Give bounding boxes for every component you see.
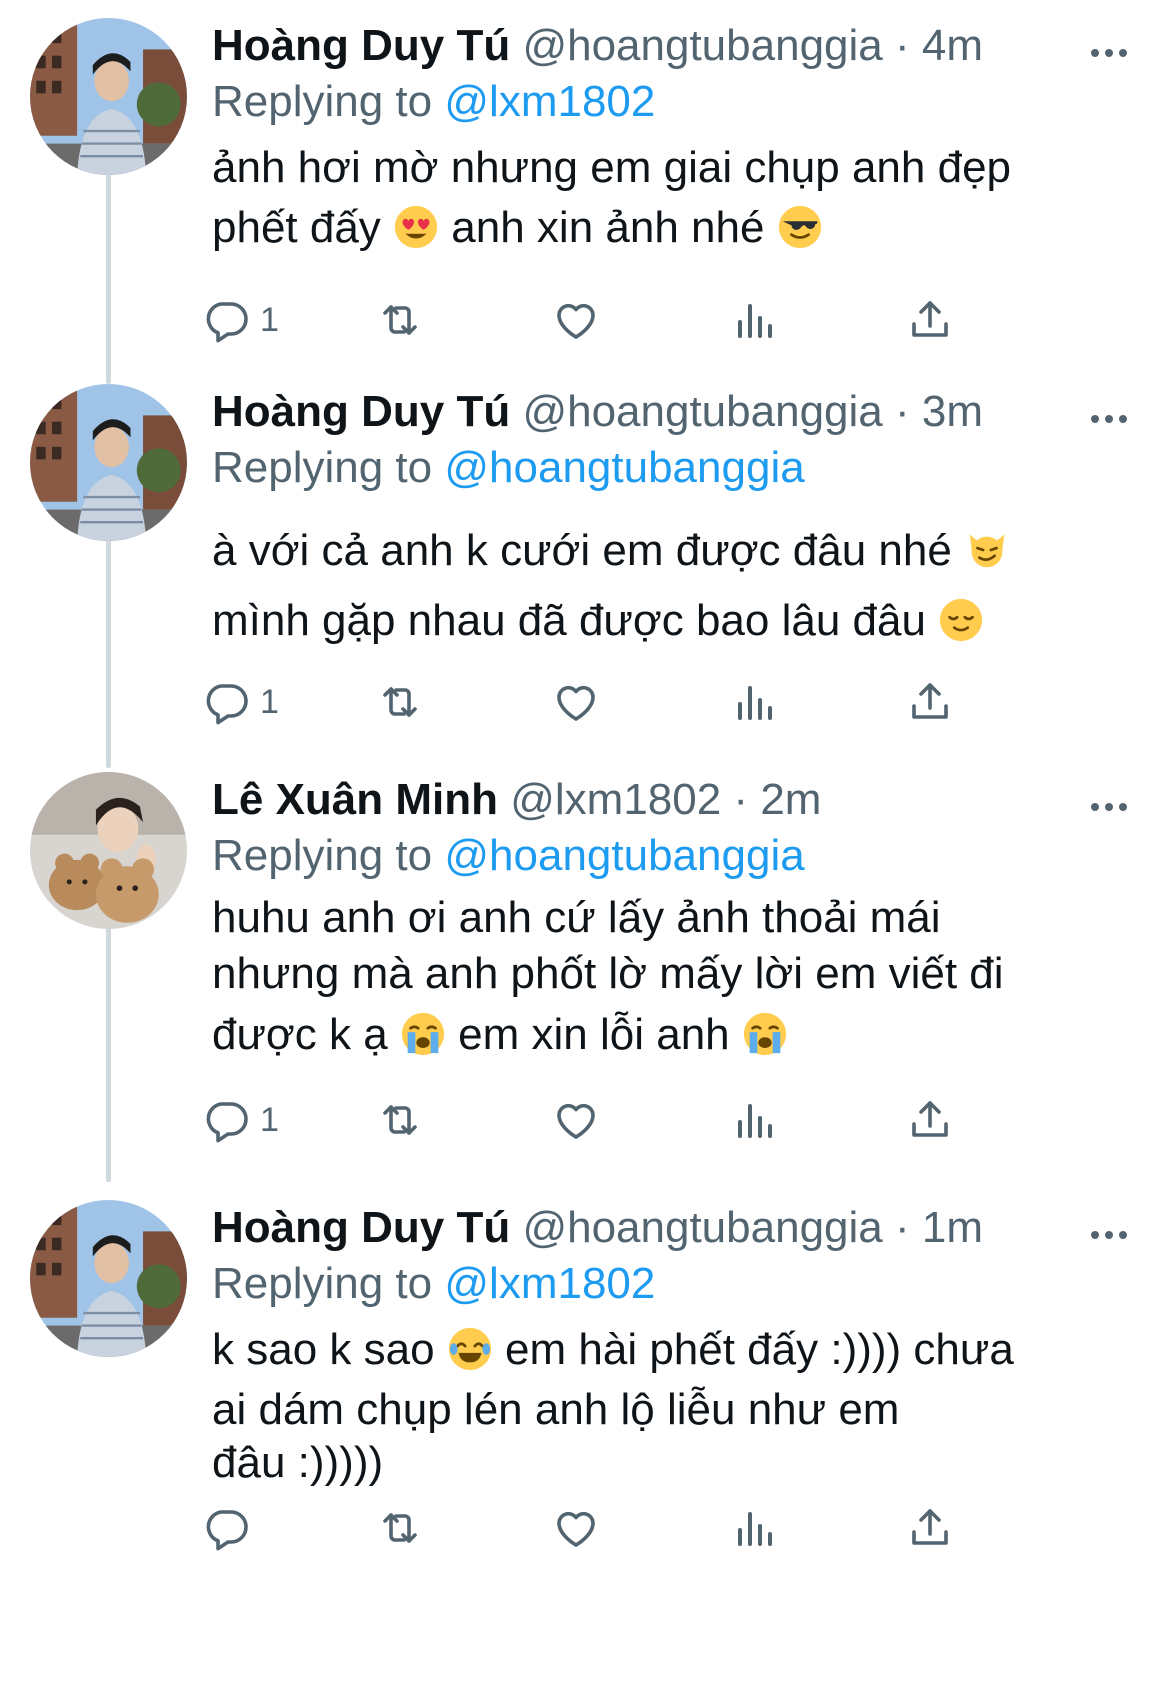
like-button[interactable]	[552, 292, 600, 348]
tweet[interactable]: Hoàng Duy Tú @hoangtubanggia · 3m Replyi…	[0, 384, 1170, 754]
mention-link[interactable]: @lxm1802	[444, 1259, 655, 1308]
avatar[interactable]	[30, 772, 187, 929]
share-button[interactable]	[906, 674, 954, 730]
views-button[interactable]	[730, 674, 778, 730]
replying-label: Replying to	[212, 77, 433, 126]
views-button[interactable]	[730, 1500, 778, 1556]
mention-link[interactable]: @lxm1802	[444, 77, 655, 126]
heart-icon	[552, 678, 600, 726]
tweet-text: em xin lỗi anh	[458, 1010, 730, 1059]
tweet[interactable]: Lê Xuân Minh @lxm1802 · 2m Replying to @…	[0, 772, 1170, 1162]
handle-time: @hoangtubanggia · 1m	[522, 1203, 983, 1252]
bar-chart-icon	[730, 296, 778, 344]
handle-time: @lxm1802 · 2m	[510, 775, 822, 824]
like-button[interactable]	[552, 1500, 600, 1556]
tweet-text: ảnh hơi mờ nhưng em giai chụp anh đẹp	[212, 143, 1012, 192]
share-icon	[906, 1096, 954, 1144]
tweet-text: nhưng mà anh phốt lờ mấy lời em viết đi	[212, 949, 1004, 998]
bar-chart-icon	[730, 678, 778, 726]
reply-icon	[202, 1096, 250, 1144]
like-button[interactable]	[552, 674, 600, 730]
display-name[interactable]: Hoàng Duy Tú	[212, 21, 510, 70]
crying-emoji-icon	[400, 1011, 446, 1057]
display-name[interactable]: Lê Xuân Minh	[212, 775, 498, 824]
more-icon[interactable]	[1088, 1218, 1130, 1239]
replying-label: Replying to	[212, 831, 433, 880]
reply-button[interactable]: 1	[202, 674, 279, 730]
reply-count: 1	[260, 1100, 279, 1139]
replying-label: Replying to	[212, 1259, 433, 1308]
heart-icon	[552, 1096, 600, 1144]
tweet-text: huhu anh ơi anh cứ lấy ảnh thoải mái	[212, 893, 941, 942]
tweet-text: k sao k sao	[212, 1325, 435, 1374]
reply-count: 1	[260, 682, 279, 721]
retweet-icon	[376, 1096, 424, 1144]
retweet-button[interactable]	[376, 674, 424, 730]
mention-link[interactable]: @hoangtubanggia	[444, 443, 804, 492]
retweet-icon	[376, 296, 424, 344]
tweet-text: em hài phết đấy :)))) chưa	[505, 1325, 1014, 1374]
bar-chart-icon	[730, 1504, 778, 1552]
tweet-text: à với cả anh k cưới em được đâu nhé	[212, 526, 952, 575]
reply-icon	[202, 678, 250, 726]
more-icon[interactable]	[1088, 790, 1130, 811]
display-name[interactable]: Hoàng Duy Tú	[212, 387, 510, 436]
handle-time: @hoangtubanggia · 4m	[522, 21, 983, 70]
reply-button[interactable]: 1	[202, 292, 279, 348]
tweet-text: phết đấy	[212, 203, 381, 252]
tweet-text: mình gặp nhau đã được bao lâu đâu	[212, 596, 926, 645]
avatar[interactable]	[30, 18, 187, 175]
heart-eyes-emoji-icon	[393, 204, 439, 250]
reply-count: 1	[260, 300, 279, 339]
heart-icon	[552, 1504, 600, 1552]
tweet-text: anh xin ảnh nhé	[451, 203, 765, 252]
retweet-icon	[376, 678, 424, 726]
retweet-button[interactable]	[376, 292, 424, 348]
bar-chart-icon	[730, 1096, 778, 1144]
relieved-emoji-icon	[938, 597, 984, 643]
retweet-button[interactable]	[376, 1092, 424, 1148]
share-icon	[906, 678, 954, 726]
reply-icon	[202, 296, 250, 344]
share-button[interactable]	[906, 1092, 954, 1148]
sunglasses-emoji-icon	[777, 204, 823, 250]
reply-button[interactable]: 1	[202, 1092, 279, 1148]
like-button[interactable]	[552, 1092, 600, 1148]
tweet[interactable]: Hoàng Duy Tú @hoangtubanggia · 1m Replyi…	[0, 1200, 1170, 1680]
handle-time: @hoangtubanggia · 3m	[522, 387, 983, 436]
more-icon[interactable]	[1088, 36, 1130, 57]
crying-emoji-icon	[742, 1011, 788, 1057]
share-icon	[906, 296, 954, 344]
share-button[interactable]	[906, 292, 954, 348]
replying-label: Replying to	[212, 443, 433, 492]
smirk-cat-emoji-icon	[964, 527, 1010, 573]
mention-link[interactable]: @hoangtubanggia	[444, 831, 804, 880]
tweet-text: ai dám chụp lén anh lộ liễu như em	[212, 1385, 900, 1434]
share-button[interactable]	[906, 1500, 954, 1556]
reply-button[interactable]	[202, 1500, 250, 1556]
tears-of-joy-emoji-icon	[447, 1326, 493, 1372]
more-icon[interactable]	[1088, 402, 1130, 423]
tweet[interactable]: Hoàng Duy Tú @hoangtubanggia · 4m Replyi…	[0, 18, 1170, 368]
avatar[interactable]	[30, 384, 187, 541]
retweet-icon	[376, 1504, 424, 1552]
tweet-text: đâu :)))))	[212, 1438, 384, 1487]
retweet-button[interactable]	[376, 1500, 424, 1556]
views-button[interactable]	[730, 292, 778, 348]
share-icon	[906, 1504, 954, 1552]
avatar[interactable]	[30, 1200, 187, 1357]
display-name[interactable]: Hoàng Duy Tú	[212, 1203, 510, 1252]
tweet-text: được k ạ	[212, 1010, 388, 1059]
heart-icon	[552, 296, 600, 344]
views-button[interactable]	[730, 1092, 778, 1148]
reply-icon	[202, 1504, 250, 1552]
